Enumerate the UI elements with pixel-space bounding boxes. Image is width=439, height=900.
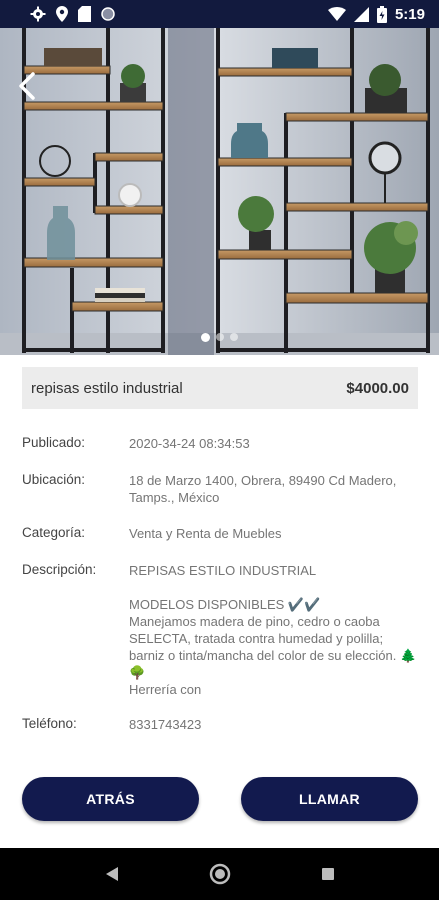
- back-arrow-icon: [19, 72, 35, 100]
- nav-recents-icon: [321, 868, 334, 880]
- carousel-dot[interactable]: [201, 333, 210, 342]
- carousel-dot[interactable]: [216, 333, 224, 341]
- carousel-dot[interactable]: [230, 333, 238, 341]
- sd-card-icon: [78, 6, 91, 22]
- location-label: Ubicación:: [22, 472, 86, 487]
- back-button[interactable]: ATRÁS: [22, 777, 199, 821]
- product-image-carousel[interactable]: [0, 28, 439, 355]
- status-bar: 5:19: [0, 0, 439, 28]
- location-value: 18 de Marzo 1400, Obrera, 89490 Cd Mader…: [129, 473, 397, 505]
- phone-label: Teléfono:: [22, 716, 77, 731]
- published-value: 2020-34-24 08:34:53: [129, 436, 250, 451]
- nav-recents-button[interactable]: [321, 867, 335, 881]
- category-value: Venta y Renta de Muebles: [129, 526, 282, 541]
- category-label: Categoría:: [22, 525, 86, 540]
- phone-value: 8331743423: [129, 717, 202, 732]
- signal-icon: [353, 6, 369, 22]
- nav-back-button[interactable]: [105, 866, 119, 882]
- description-label: Descripción:: [22, 562, 97, 577]
- description-value: REPISAS ESTILO INDUSTRIAL MODELOS DISPON…: [129, 563, 417, 697]
- listing-header: repisas estilo industrial $4000.00: [22, 367, 418, 409]
- nav-home-button[interactable]: [209, 863, 231, 885]
- status-time: 5:19: [394, 5, 425, 23]
- listing-title: repisas estilo industrial: [31, 379, 183, 397]
- call-button[interactable]: LLAMAR: [241, 777, 418, 821]
- nav-home-icon: [209, 863, 230, 885]
- back-arrow-button[interactable]: [12, 68, 42, 104]
- battery-icon: [376, 5, 387, 23]
- circle-icon: [101, 7, 115, 21]
- nav-back-icon: [105, 867, 118, 881]
- carousel-indicator: [0, 333, 439, 342]
- system-nav-bar: [0, 848, 439, 900]
- gear-icon: [30, 6, 46, 22]
- product-image: [0, 28, 439, 355]
- listing-price: $4000.00: [346, 379, 409, 397]
- published-label: Publicado:: [22, 435, 86, 450]
- wifi-icon: [327, 7, 346, 21]
- location-icon: [56, 6, 68, 22]
